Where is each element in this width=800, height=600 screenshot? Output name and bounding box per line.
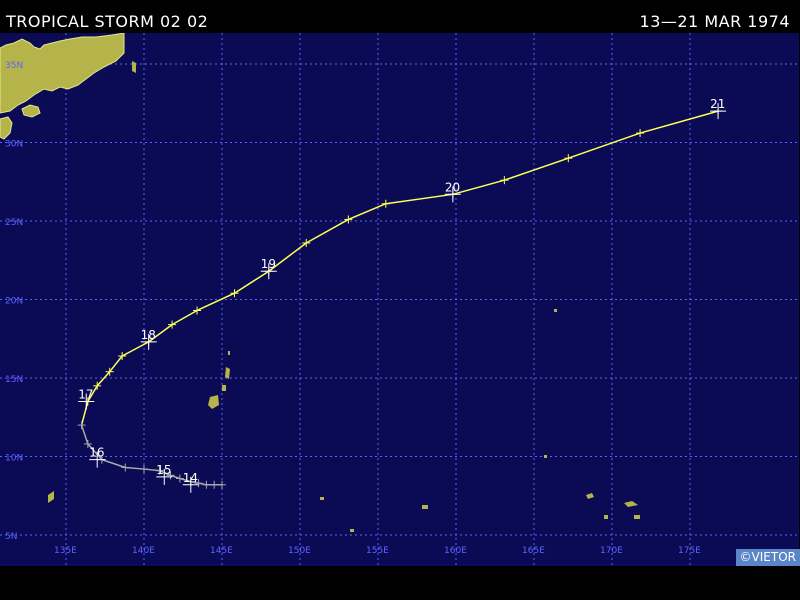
longitude-label: 145E: [210, 546, 233, 556]
atoll-land: [422, 505, 428, 509]
mariana-island-land: [222, 385, 226, 391]
track-map: 5N 10N 15N 20N 25N 30N 35N 135E 140E 145E 150E 155E…: [0, 33, 799, 566]
day-label: 18: [141, 328, 156, 342]
longitude-label: 165E: [522, 546, 545, 556]
day-label: 19: [261, 257, 276, 271]
longitude-label: 150E: [288, 546, 311, 556]
latitude-label: 20N: [5, 297, 23, 307]
mariana-island-land: [228, 351, 230, 355]
atoll-land: [554, 309, 557, 312]
latitude-label: 15N: [5, 375, 23, 385]
bottom-bar: [0, 568, 800, 600]
atoll-land: [544, 455, 547, 458]
atoll-land: [320, 497, 324, 500]
day-label: 21: [710, 97, 725, 111]
date-range: 13—21 MAR 1974: [639, 12, 790, 31]
longitude-label: 155E: [366, 546, 389, 556]
longitude-label: 135E: [54, 546, 77, 556]
atoll-land: [350, 529, 354, 532]
izu-island-land: [132, 61, 136, 73]
ocean-background: [0, 33, 799, 566]
day-label: 16: [89, 446, 104, 460]
storm-title: TROPICAL STORM 02 02: [6, 12, 209, 31]
longitude-label: 175E: [678, 546, 701, 556]
atoll-land: [604, 515, 608, 519]
day-label: 17: [78, 388, 93, 402]
copyright-credit: ©VIETOR: [735, 549, 800, 566]
day-label: 20: [445, 180, 460, 194]
longitude-label: 160E: [444, 546, 467, 556]
day-label: 15: [156, 463, 171, 477]
day-label: 14: [183, 471, 198, 485]
latitude-label: 10N: [5, 454, 23, 464]
latitude-label: 25N: [5, 218, 23, 228]
latitude-label: 5N: [5, 532, 17, 542]
longitude-label: 170E: [600, 546, 623, 556]
latitude-label: 35N: [5, 61, 23, 71]
atoll-land: [634, 515, 640, 519]
latitude-label: 30N: [5, 140, 23, 150]
longitude-label: 140E: [132, 546, 155, 556]
